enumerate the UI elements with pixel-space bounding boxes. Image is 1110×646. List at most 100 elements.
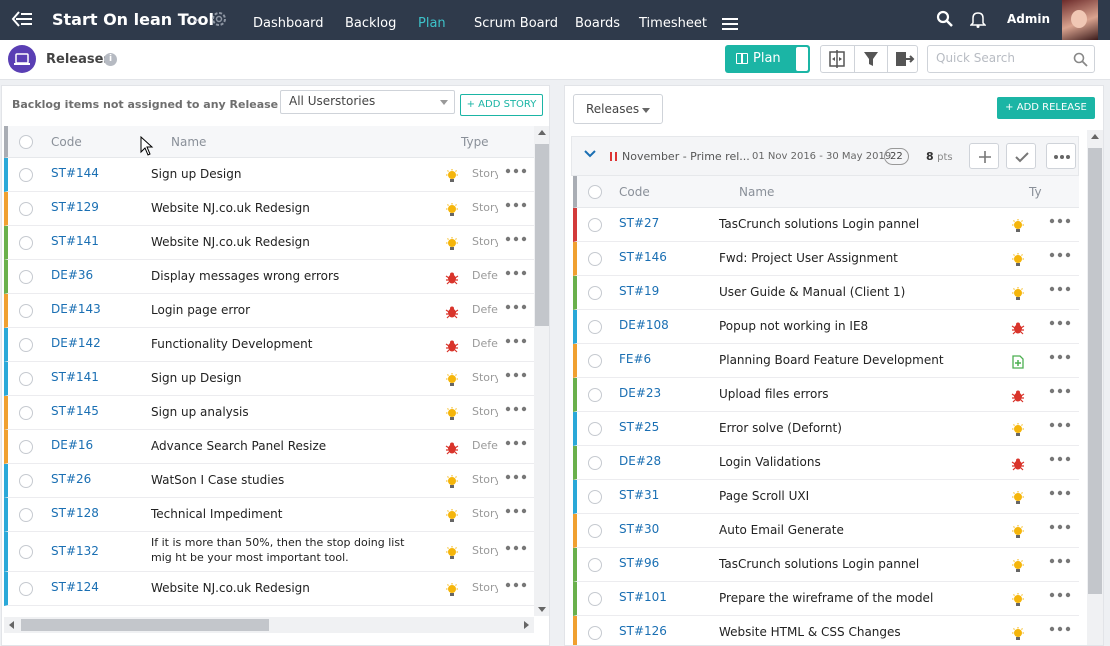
- item-code-link[interactable]: ST#146: [619, 250, 667, 264]
- table-row[interactable]: ST#101 Prepare the wireframe of the model: [573, 582, 1079, 616]
- item-name[interactable]: TasCrunch solutions Login pannel: [719, 217, 919, 231]
- row-checkbox[interactable]: [19, 270, 33, 284]
- item-code-link[interactable]: ST#144: [51, 166, 99, 180]
- item-code-link[interactable]: ST#19: [619, 284, 659, 298]
- row-checkbox[interactable]: [19, 236, 33, 250]
- add-item-button[interactable]: [969, 143, 999, 169]
- item-name[interactable]: Website NJ.co.uk Redesign: [151, 581, 310, 595]
- row-checkbox[interactable]: [588, 524, 602, 538]
- item-name[interactable]: Advance Search Panel Resize: [151, 439, 326, 453]
- chevron-down-icon[interactable]: ⌄: [191, 11, 201, 25]
- row-checkbox[interactable]: [19, 545, 33, 559]
- table-row[interactable]: DE#108 Popup not working in IE8: [573, 310, 1079, 344]
- row-checkbox[interactable]: [588, 320, 602, 334]
- row-checkbox[interactable]: [19, 474, 33, 488]
- table-row[interactable]: ST#31 Page Scroll UXI: [573, 480, 1079, 514]
- backlog-vscroll[interactable]: [534, 126, 549, 616]
- more-icon[interactable]: [505, 236, 527, 242]
- row-checkbox[interactable]: [588, 286, 602, 300]
- releases-dropdown[interactable]: Releases: [573, 94, 663, 124]
- more-icon[interactable]: [505, 440, 527, 446]
- gear-icon[interactable]: [210, 10, 228, 28]
- item-name[interactable]: Website NJ.co.uk Redesign: [151, 201, 310, 215]
- item-name[interactable]: Upload files errors: [719, 387, 829, 401]
- row-checkbox[interactable]: [588, 456, 602, 470]
- item-code-link[interactable]: DE#16: [51, 438, 93, 452]
- table-row[interactable]: ST#124 Website NJ.co.uk Redesign Story: [4, 572, 535, 606]
- nav-timesheet[interactable]: Timesheet: [639, 16, 707, 31]
- item-name[interactable]: User Guide & Manual (Client 1): [719, 285, 905, 299]
- row-checkbox[interactable]: [588, 558, 602, 572]
- col-name[interactable]: Name: [739, 185, 774, 199]
- release-name[interactable]: November - Prime rel...: [622, 150, 750, 163]
- item-code-link[interactable]: ST#128: [51, 506, 99, 520]
- item-name[interactable]: Login Validations: [719, 455, 821, 469]
- item-name[interactable]: Sign up analysis: [151, 405, 249, 419]
- more-icon[interactable]: [505, 582, 527, 588]
- search-icon[interactable]: [1073, 52, 1088, 67]
- row-checkbox[interactable]: [19, 582, 33, 596]
- userstory-filter-select[interactable]: All Userstories: [280, 90, 455, 114]
- more-icon[interactable]: [1049, 218, 1071, 224]
- more-icon[interactable]: [1049, 286, 1071, 292]
- item-name[interactable]: Fwd: Project User Assignment: [719, 251, 898, 265]
- more-icon[interactable]: [1049, 252, 1071, 258]
- more-icon[interactable]: [505, 202, 527, 208]
- more-icon[interactable]: [1049, 422, 1071, 428]
- table-row[interactable]: ST#30 Auto Email Generate: [573, 514, 1079, 548]
- nav-plan[interactable]: Plan: [418, 16, 446, 31]
- more-icon[interactable]: [505, 168, 527, 174]
- item-name[interactable]: Website NJ.co.uk Redesign: [151, 235, 310, 249]
- item-code-link[interactable]: ST#25: [619, 420, 659, 434]
- nav-scrum-board[interactable]: Scrum Board: [474, 16, 558, 31]
- more-icon[interactable]: [1049, 354, 1071, 360]
- row-checkbox[interactable]: [19, 338, 33, 352]
- item-code-link[interactable]: DE#143: [51, 302, 101, 316]
- more-icon[interactable]: [505, 338, 527, 344]
- scroll-thumb[interactable]: [1088, 148, 1102, 594]
- select-all-checkbox[interactable]: [19, 135, 33, 149]
- quick-search-input[interactable]: [936, 51, 1066, 65]
- table-row[interactable]: ST#141 Website NJ.co.uk Redesign Story: [4, 226, 535, 260]
- item-code-link[interactable]: ST#132: [51, 544, 99, 558]
- more-icon[interactable]: [1049, 524, 1071, 530]
- nav-boards[interactable]: Boards: [575, 16, 620, 31]
- item-code-link[interactable]: ST#141: [51, 370, 99, 384]
- table-row[interactable]: ST#126 Website HTML & CSS Changes: [573, 616, 1079, 645]
- scroll-thumb[interactable]: [21, 619, 269, 631]
- table-row[interactable]: ST#96 TasCrunch solutions Login pannel: [573, 548, 1079, 582]
- scroll-thumb[interactable]: [535, 144, 549, 326]
- item-code-link[interactable]: DE#108: [619, 318, 669, 332]
- item-name[interactable]: Functionality Development: [151, 337, 312, 351]
- item-code-link[interactable]: ST#141: [51, 234, 99, 248]
- more-icon[interactable]: [505, 406, 527, 412]
- item-code-link[interactable]: ST#27: [619, 216, 659, 230]
- table-row[interactable]: DE#28 Login Validations: [573, 446, 1079, 480]
- avatar[interactable]: [1062, 0, 1098, 40]
- item-code-link[interactable]: ST#26: [51, 472, 91, 486]
- item-name[interactable]: Planning Board Feature Development: [719, 353, 944, 367]
- item-name[interactable]: Login page error: [151, 303, 250, 317]
- item-name[interactable]: Sign up Design: [151, 371, 241, 385]
- export-button[interactable]: [887, 46, 919, 72]
- item-code-link[interactable]: DE#28: [619, 454, 661, 468]
- select-all-checkbox[interactable]: [588, 185, 602, 199]
- plan-toggle-button[interactable]: Plan: [725, 45, 810, 73]
- table-row[interactable]: ST#132 If it is more than 50%, then the s…: [4, 532, 535, 572]
- item-name[interactable]: Error solve (Defornt): [719, 421, 842, 435]
- item-code-link[interactable]: ST#30: [619, 522, 659, 536]
- more-icon[interactable]: [505, 474, 527, 480]
- item-code-link[interactable]: ST#124: [51, 580, 99, 594]
- col-code[interactable]: Code: [619, 185, 650, 199]
- item-name[interactable]: Prepare the wireframe of the model: [719, 591, 933, 605]
- more-icon[interactable]: [1049, 456, 1071, 462]
- split-view-button[interactable]: [821, 46, 853, 72]
- item-name[interactable]: Website HTML & CSS Changes: [719, 625, 901, 639]
- chevron-down-icon[interactable]: [584, 149, 596, 159]
- row-checkbox[interactable]: [588, 218, 602, 232]
- row-checkbox[interactable]: [19, 202, 33, 216]
- row-checkbox[interactable]: [19, 406, 33, 420]
- item-code-link[interactable]: ST#31: [619, 488, 659, 502]
- table-row[interactable]: FE#6 Planning Board Feature Development: [573, 344, 1079, 378]
- search-icon[interactable]: [936, 10, 954, 28]
